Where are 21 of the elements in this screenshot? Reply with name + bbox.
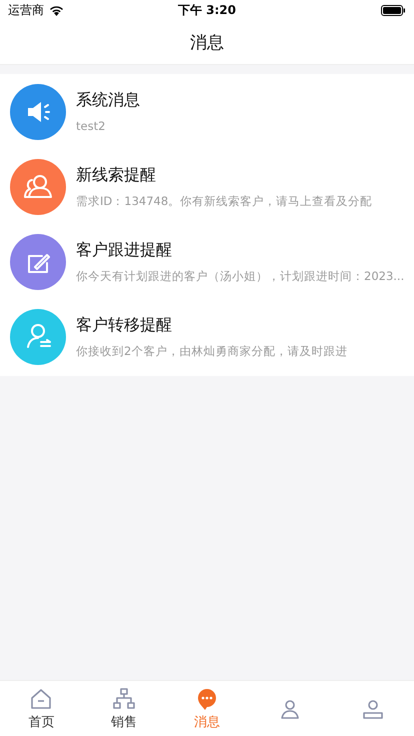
message-title[interactable]: 新线索提醒	[76, 164, 372, 186]
message-preview: test2	[76, 119, 106, 133]
battery-icon	[381, 4, 406, 16]
people-icon[interactable]	[10, 158, 66, 214]
message-title[interactable]: 客户转移提醒	[76, 314, 348, 336]
tab-bar-item[interactable]: 销售	[82, 681, 166, 736]
house-icon	[29, 686, 54, 710]
message-preview: 需求ID：134748。你有新线索客户，请马上查看及分配	[76, 194, 372, 208]
carrier-name: 运营商	[8, 2, 44, 18]
speaker-icon[interactable]	[10, 84, 66, 140]
message-title[interactable]: 客户跟进提醒	[76, 240, 404, 260]
wifi-icon	[49, 4, 64, 16]
status-time: 下午 3:20	[178, 2, 236, 18]
message-preview: 你今天有计划跟进的客户（汤小姐），计划跟进时间：2023...	[76, 268, 404, 284]
page-title: 消息	[190, 32, 224, 54]
org-chart-icon	[112, 686, 136, 710]
message-title[interactable]: 系统消息	[76, 90, 140, 111]
person-transfer-icon[interactable]	[10, 308, 66, 364]
tab-bar-item[interactable]: 首页	[0, 681, 83, 736]
pen-edit-icon[interactable]	[10, 234, 66, 290]
message-preview: 你接收到2个客户，由林灿勇商家分配，请及时跟进	[76, 344, 348, 358]
